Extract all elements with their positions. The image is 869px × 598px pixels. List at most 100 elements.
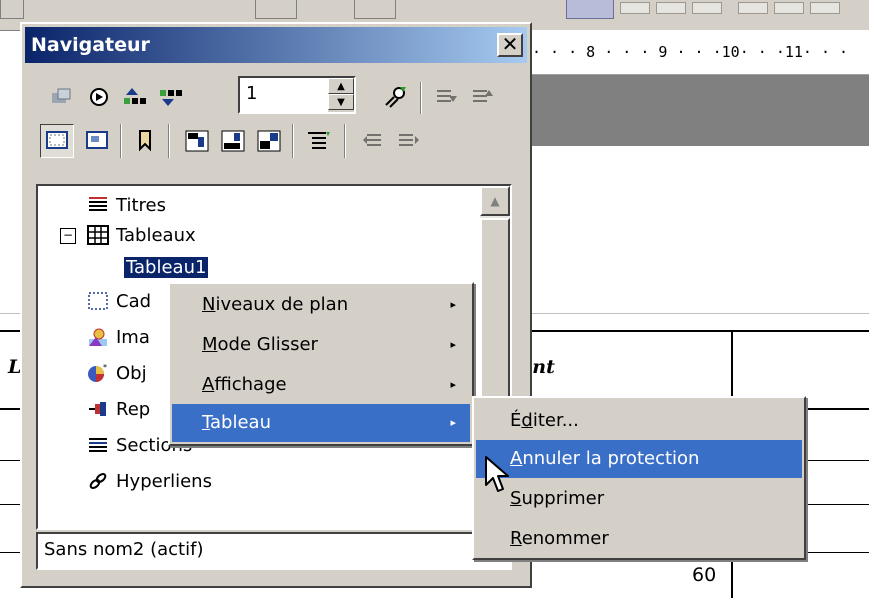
content-view-icon[interactable] — [40, 124, 74, 158]
set-reminder-icon[interactable] — [84, 128, 110, 154]
demote-level-icon[interactable] — [396, 128, 422, 154]
menu-item-label: upprimer — [521, 488, 605, 509]
navigator-titlebar[interactable]: Navigateur ✕ — [25, 27, 527, 63]
accelerator-key: R — [510, 528, 522, 549]
footer-icon[interactable] — [220, 128, 246, 154]
toolbar-mini-icon[interactable] — [656, 2, 686, 14]
promote-level-icon[interactable] — [360, 128, 386, 154]
submenu-arrow-icon: ▸ — [450, 298, 456, 311]
tree-item-objets[interactable]: * Obj — [86, 358, 147, 388]
tree-item-reperes[interactable]: Rep — [86, 394, 150, 424]
tree-item-images[interactable]: Ima — [86, 322, 150, 352]
tree-item-label: Hyperliens — [116, 470, 212, 492]
document-select-value: Sans nom2 (actif) — [44, 539, 204, 560]
table-submenu: Éditer... Annuler la protection Supprime… — [472, 396, 806, 560]
page-number-value: 1 — [246, 83, 258, 104]
ole-object-icon: * — [86, 361, 110, 385]
previous-icon[interactable] — [122, 84, 148, 110]
next-icon[interactable] — [158, 84, 184, 110]
toggle-icon[interactable] — [48, 84, 74, 110]
tree-item-titres[interactable]: Titres — [86, 190, 166, 220]
toolbar-separator — [344, 124, 346, 158]
context-menu: Niveaux de plan ▸ Mode Glisser ▸ Afficha… — [168, 282, 474, 446]
menu-item-tableau[interactable]: Tableau ▸ — [172, 404, 470, 442]
navigation-icon[interactable] — [86, 84, 112, 110]
tree-item-tableaux[interactable]: Tableaux — [86, 220, 196, 250]
tree-item-label: Ima — [116, 326, 150, 348]
menu-item-label: nnuler la protection — [522, 448, 700, 469]
accelerator-key: S — [510, 488, 522, 509]
headings-levels-icon[interactable] — [306, 128, 332, 154]
page-number-spinner[interactable]: 1 ▲ ▼ — [238, 76, 356, 114]
submenu-item-editer[interactable]: Éditer... — [476, 402, 802, 440]
page-margin-area — [532, 75, 869, 146]
tree-item-label: Rep — [116, 398, 151, 420]
toolbar-button[interactable] — [354, 0, 396, 19]
sections-icon — [86, 433, 110, 457]
horizontal-ruler[interactable]: · · · 8 · · · 9 · · ·10· · ·11· · · — [532, 30, 869, 75]
accelerator-key: N — [202, 294, 216, 315]
menu-item-mode-glisser[interactable]: Mode Glisser ▸ — [172, 326, 470, 364]
scroll-up-icon[interactable]: ▲ — [480, 186, 510, 216]
menu-item-label: ffichage — [214, 374, 287, 395]
close-button[interactable]: ✕ — [497, 33, 523, 57]
toolbar-mini-icon[interactable] — [774, 2, 804, 14]
menu-item-label: iveaux de plan — [215, 294, 349, 315]
tree-item-label: Tableaux — [116, 224, 196, 246]
bookmark-insert-icon[interactable] — [132, 128, 158, 154]
collapse-icon: − — [62, 228, 74, 242]
menu-item-label: iter... — [532, 410, 579, 431]
header-icon[interactable] — [184, 128, 210, 154]
tree-item-label: Obj — [116, 362, 147, 384]
close-icon: ✕ — [501, 32, 519, 56]
toolbar-button-active[interactable] — [566, 0, 614, 19]
toolbar-button[interactable] — [255, 0, 297, 19]
spin-up-icon[interactable]: ▲ — [328, 78, 354, 94]
submenu-item-annuler-protection[interactable]: Annuler la protection — [476, 440, 802, 478]
drag-mode-icon[interactable] — [382, 84, 408, 110]
frame-icon — [86, 289, 110, 313]
tree-item-hyperliens[interactable]: Hyperliens — [86, 466, 212, 496]
scrollbar-thumb[interactable] — [480, 218, 510, 418]
toolbar-separator — [420, 82, 422, 114]
submenu-arrow-icon: ▸ — [450, 338, 456, 351]
hyperlink-icon — [86, 469, 110, 493]
menu-item-label: É — [510, 410, 522, 431]
submenu-item-supprimer[interactable]: Supprimer — [476, 480, 802, 518]
menu-item-label: enommer — [521, 528, 609, 549]
bookmark-icon — [86, 397, 110, 421]
tree-item-label: Titres — [116, 194, 166, 216]
menu-item-niveaux[interactable]: Niveaux de plan ▸ — [172, 286, 470, 324]
collapse-toggle[interactable]: − — [60, 228, 76, 244]
toolbar-mini-icon[interactable] — [620, 2, 650, 14]
promote-chapter-icon[interactable] — [434, 84, 460, 110]
tree-item-tableau1[interactable]: Tableau1 — [122, 252, 210, 282]
ruler-text: · · · 8 · · · 9 · · ·10· · ·11· · · — [532, 43, 849, 61]
document-select[interactable]: Sans nom2 (actif) — [36, 532, 512, 570]
tree-item-cadres[interactable]: Cad — [86, 286, 151, 316]
spin-down-icon[interactable]: ▼ — [328, 94, 354, 110]
tree-item-label: Cad — [116, 290, 152, 312]
submenu-arrow-icon: ▸ — [450, 378, 456, 391]
menu-item-affichage[interactable]: Affichage ▸ — [172, 366, 470, 404]
toolbar-mini-icon[interactable] — [692, 2, 722, 14]
table-icon — [86, 223, 110, 247]
demote-chapter-icon[interactable] — [470, 84, 496, 110]
accelerator-key: d — [521, 410, 533, 431]
toolbar-mini-icon[interactable] — [810, 2, 840, 14]
submenu-item-renommer[interactable]: Renommer — [476, 520, 802, 558]
menu-item-label: ableau — [210, 412, 271, 433]
toolbar-mini-icon[interactable] — [738, 2, 768, 14]
accelerator-key: A — [202, 374, 215, 395]
spinner-arrows[interactable]: ▲ ▼ — [328, 78, 354, 112]
accelerator-key: T — [202, 412, 211, 433]
toolbar-separator — [292, 124, 294, 158]
tree-item-label-selected: Tableau1 — [122, 255, 210, 279]
svg-text:*: * — [103, 363, 107, 372]
headings-icon — [86, 193, 110, 217]
anchor-icon[interactable] — [256, 128, 282, 154]
accelerator-key: A — [510, 448, 523, 469]
toolbar-separator — [120, 124, 122, 158]
image-icon — [86, 325, 110, 349]
toolbar-button[interactable] — [0, 0, 24, 19]
